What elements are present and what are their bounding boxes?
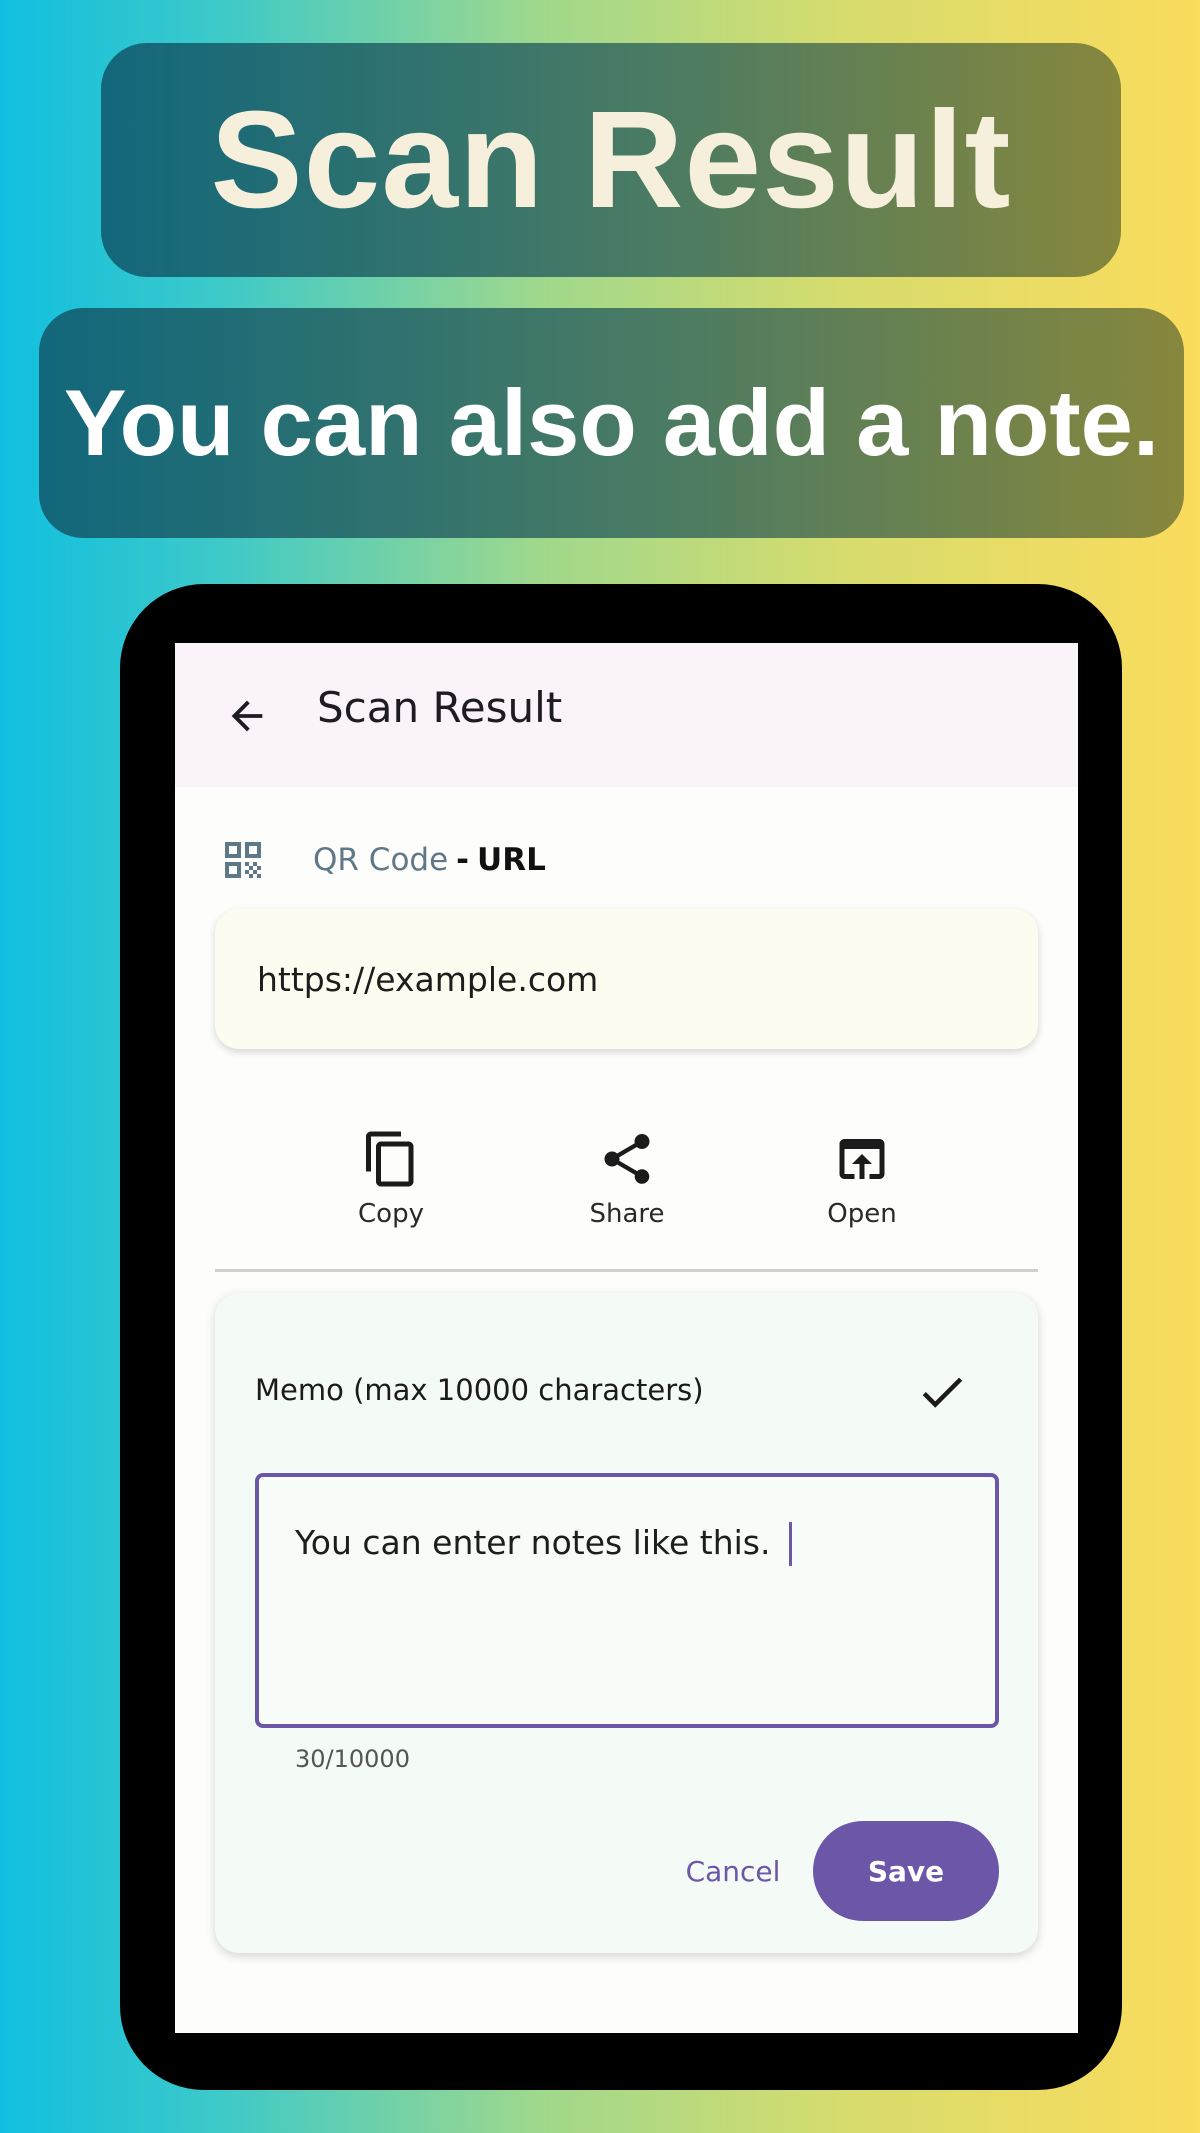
open-label: Open xyxy=(827,1199,897,1229)
copy-button[interactable]: Copy xyxy=(321,1123,461,1253)
back-button[interactable] xyxy=(219,688,275,744)
save-button[interactable]: Save xyxy=(813,1821,999,1921)
memo-card: Memo (max 10000 characters) You can ente… xyxy=(215,1293,1038,1953)
copy-label: Copy xyxy=(358,1199,424,1229)
memo-title: Memo (max 10000 characters) xyxy=(255,1373,704,1407)
page-title: Scan Result xyxy=(317,683,563,732)
scan-content-text: https://example.com xyxy=(257,959,599,999)
memo-input[interactable]: You can enter notes like this. xyxy=(255,1473,999,1728)
arrow-left-icon xyxy=(231,700,263,732)
copy-icon xyxy=(366,1131,414,1187)
promo-subtitle: You can also add a note. xyxy=(63,370,1160,475)
action-bar: Copy Share Open xyxy=(175,1123,1078,1253)
check-icon[interactable] xyxy=(915,1365,969,1419)
text-cursor xyxy=(789,1522,792,1566)
app-screen: Scan Result QR Code - URL https://exampl… xyxy=(175,643,1078,2033)
code-format-label: QR Code xyxy=(313,842,449,878)
qr-code-icon xyxy=(225,842,261,878)
cancel-button[interactable]: Cancel xyxy=(663,1841,803,1901)
promo-subtitle-banner: You can also add a note. xyxy=(39,308,1184,538)
promo-title-banner: Scan Result xyxy=(101,43,1121,277)
type-separator: - xyxy=(456,842,470,878)
content-type-label: URL xyxy=(477,842,546,878)
share-icon xyxy=(604,1134,650,1184)
promo-title: Scan Result xyxy=(210,82,1012,237)
section-divider xyxy=(215,1269,1038,1272)
top-app-bar: Scan Result xyxy=(175,643,1078,787)
open-button[interactable]: Open xyxy=(792,1123,932,1253)
share-button[interactable]: Share xyxy=(557,1123,697,1253)
share-label: Share xyxy=(589,1199,665,1229)
code-type-row: QR Code - URL xyxy=(219,833,546,887)
open-in-browser-icon xyxy=(839,1139,885,1179)
scan-content-card[interactable]: https://example.com xyxy=(215,909,1038,1049)
char-counter: 30/10000 xyxy=(295,1745,410,1773)
